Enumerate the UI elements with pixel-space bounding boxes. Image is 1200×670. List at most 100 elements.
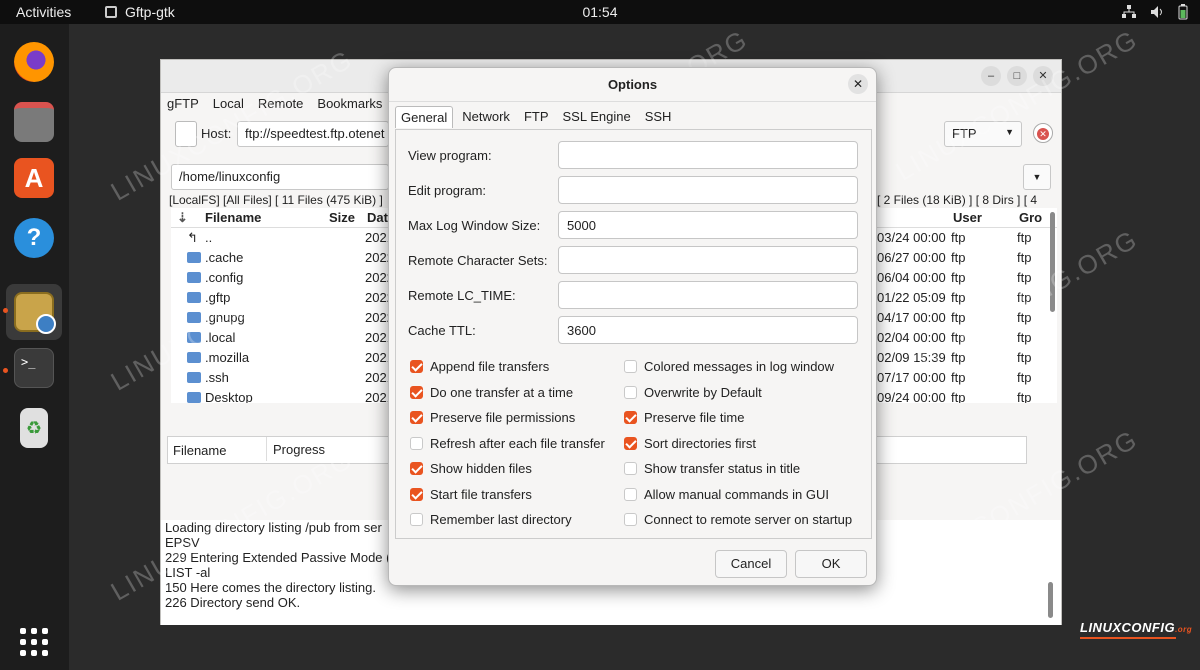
list-item[interactable]: 01/22 05:09 ftp ftp [877,288,1057,308]
start-transfers-checkbox[interactable]: Start file transfers [410,487,532,502]
firefox-icon[interactable] [14,42,54,82]
col-user[interactable]: User [953,210,982,225]
checkbox-box[interactable] [624,462,637,475]
list-item[interactable]: Desktop2021 [171,388,389,403]
manual-commands-checkbox[interactable]: Allow manual commands in GUI [624,487,829,502]
remember-dir-checkbox[interactable]: Remember last directory [410,512,572,527]
checkbox-box[interactable] [410,386,423,399]
checkbox-box[interactable] [410,411,423,424]
clock[interactable]: 01:54 [0,4,1200,20]
checkbox-box[interactable] [624,437,637,450]
list-item[interactable]: ↰..2021 [171,228,389,248]
remote-scrollbar[interactable] [1050,212,1055,312]
colored-messages-checkbox[interactable]: Colored messages in log window [624,359,834,374]
log-scrollbar[interactable] [1048,582,1053,618]
list-item[interactable]: 02/09 15:39 ftp ftp [877,348,1057,368]
checkbox-box[interactable] [410,462,423,475]
menu-bookmarks[interactable]: Bookmarks [317,96,382,111]
checkbox-box[interactable] [410,437,423,450]
remote-file-list[interactable]: User Gro 03/24 00:00 ftp ftp 06/27 00:00 ft… [877,208,1057,403]
checkbox-box[interactable] [624,360,637,373]
col-filename[interactable]: Filename [205,210,261,225]
menu-remote[interactable]: Remote [258,96,304,111]
show-hidden-checkbox[interactable]: Show hidden files [410,461,532,476]
tab-ssl-engine[interactable]: SSL Engine [558,106,636,128]
checkbox-box[interactable] [624,411,637,424]
status-in-title-checkbox[interactable]: Show transfer status in title [624,461,800,476]
volume-icon [1151,6,1162,18]
stop-icon[interactable]: ✕ [1033,123,1053,143]
remote-lc-time-input[interactable] [558,281,858,309]
tab-ftp[interactable]: FTP [519,106,554,128]
col-date[interactable]: Dat [367,210,388,225]
list-item[interactable]: .gftp2022 [171,288,389,308]
cache-ttl-input[interactable]: 3600 [558,316,858,344]
refresh-after-transfer-checkbox[interactable]: Refresh after each file transfer [410,436,605,451]
checkbox-box[interactable] [624,386,637,399]
list-item[interactable]: 09/24 00:00 ftp ftp [877,388,1057,403]
list-item[interactable]: 07/17 00:00 ftp ftp [877,368,1057,388]
list-item[interactable]: 03/24 00:00 ftp ftp [877,228,1057,248]
preserve-time-checkbox[interactable]: Preserve file time [624,410,744,425]
cancel-button[interactable]: Cancel [715,550,787,578]
list-item[interactable]: .mozilla2021 [171,348,389,368]
edit-program-input[interactable] [558,176,858,204]
list-item[interactable]: 06/27 00:00 ftp ftp [877,248,1057,268]
maximize-icon[interactable]: □ [1007,66,1027,86]
preserve-permissions-checkbox[interactable]: Preserve file permissions [410,410,575,425]
tab-general[interactable]: General [395,106,454,128]
sort-icon[interactable]: ⇣ [177,210,188,226]
connect-on-startup-checkbox[interactable]: Connect to remote server on startup [624,512,852,527]
ok-button[interactable]: OK [795,550,867,578]
connect-button[interactable] [175,121,197,147]
view-program-input[interactable] [558,141,858,169]
checkbox-box[interactable] [410,360,423,373]
checkbox-box[interactable] [624,488,637,501]
show-apps-icon[interactable] [20,628,48,656]
list-item[interactable]: 06/04 00:00 ftp ftp [877,268,1057,288]
terminal-icon[interactable]: >_ [14,348,54,388]
protocol-select[interactable]: FTP ▼ [944,121,1022,147]
close-icon[interactable]: ✕ [1033,66,1053,86]
col-transfer-filename[interactable]: Filename [173,443,226,458]
folder-icon [187,352,201,363]
system-tray[interactable] [1122,4,1188,20]
checkbox-box[interactable] [410,513,423,526]
remote-path-dropdown[interactable]: ▼ [1023,164,1051,190]
col-size[interactable]: Size [329,210,355,225]
tab-network[interactable]: Network [457,106,515,128]
list-item[interactable]: .config2022 [171,268,389,288]
software-center-icon[interactable]: A [14,158,54,198]
list-item[interactable]: 02/04 00:00 ftp ftp [877,328,1057,348]
col-transfer-progress[interactable]: Progress [266,437,325,461]
remote-charsets-input[interactable] [558,246,858,274]
overwrite-default-checkbox[interactable]: Overwrite by Default [624,385,762,400]
menu-local[interactable]: Local [213,96,244,111]
close-icon[interactable]: ✕ [848,74,868,94]
append-transfers-checkbox[interactable]: Append file transfers [410,359,549,374]
files-icon[interactable] [14,102,54,142]
checkbox-box[interactable] [410,488,423,501]
tab-ssh[interactable]: SSH [640,106,677,128]
dialog-titlebar[interactable]: Options ✕ [389,68,876,102]
app-menu[interactable]: Gftp-gtk [105,4,175,20]
col-group[interactable]: Gro [1019,210,1042,225]
help-icon[interactable]: ? [14,218,54,258]
list-item[interactable]: .ssh2021 [171,368,389,388]
sort-dirs-first-checkbox[interactable]: Sort directories first [624,436,756,451]
max-log-input[interactable]: 5000 [558,211,858,239]
host-input[interactable]: ftp://speedtest.ftp.otenet [237,121,389,147]
minimize-icon[interactable]: ‒ [981,66,1001,86]
list-item[interactable]: .cache2022 [171,248,389,268]
menu-gftp[interactable]: gFTP [167,96,199,111]
checkbox-box[interactable] [624,513,637,526]
list-item[interactable]: .gnupg2022 [171,308,389,328]
list-item[interactable]: 04/17 00:00 ftp ftp [877,308,1057,328]
local-path-input[interactable]: /home/linuxconfig [171,164,389,190]
one-transfer-checkbox[interactable]: Do one transfer at a time [410,385,573,400]
activities-button[interactable]: Activities [16,4,71,20]
gftp-icon[interactable] [14,292,56,334]
list-item[interactable]: .local2021 [171,328,389,348]
local-file-list[interactable]: ⇣ Filename Size Dat ↰..2021 .cache2022 .… [171,208,389,403]
trash-icon[interactable]: ♻ [20,408,48,448]
